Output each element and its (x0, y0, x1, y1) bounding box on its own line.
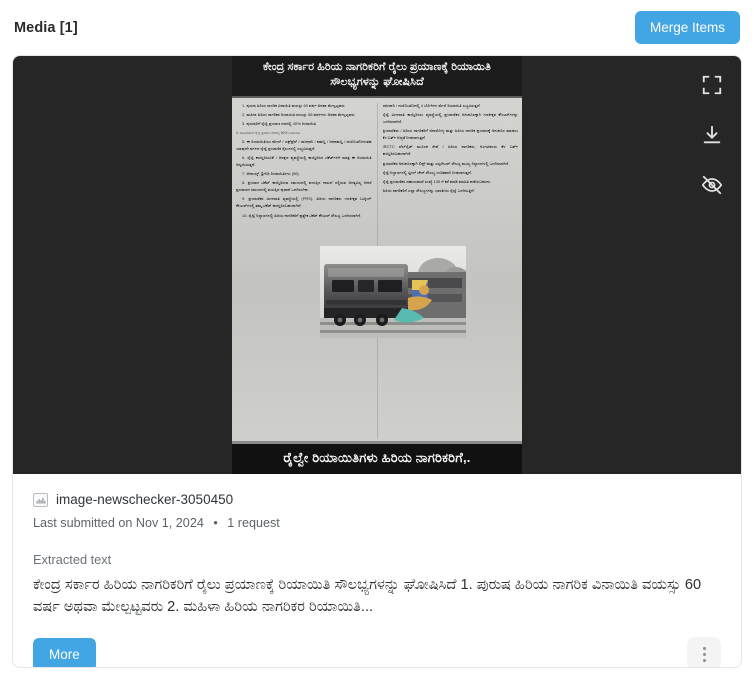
clipping-line: 9. ಪ್ರಯಾಣಿಕರ ಮೀಸಲಾತಿ ವ್ಯವಸ್ಥೆಯಲ್ಲಿ (PRS)… (236, 196, 372, 209)
meta-separator: • (213, 516, 218, 530)
card-actions: More (13, 618, 741, 667)
request-count: 1 request (227, 516, 280, 530)
file-meta: Last submitted on Nov 1, 2024 • 1 reques… (33, 516, 721, 530)
more-button[interactable]: More (33, 637, 96, 667)
last-submitted: Last submitted on Nov 1, 2024 (33, 516, 204, 530)
clipping-line: 6. ರೈಲ್ವೆ ಕಾಯ್ದಿರಿಸುವಿಕೆ / ಆರಕ್ಷಣ ವ್ಯವಸ್… (236, 154, 372, 167)
media-viewer: ಕೇಂದ್ರ ಸರ್ಕಾರ ಹಿರಿಯ ನಾಗರಿಕರಿಗೆ ರೈಲು ಪ್ರಯ… (13, 56, 741, 474)
clipping-line: 7. ಆದಾಯ್ಕ್, ಶ್ರೀನಿಧಿ ರಿಯಾಯಿತಿಗಳು (56) (242, 171, 299, 177)
clipping-line: ಹಿರಿಯ ನಾಗರಿಕರಿಗೆ ಎಲ್ಲಾ ಸೌಲಭ್ಯಗಳನ್ನು ಭಾರತ… (382, 188, 475, 194)
clipping-line: 5. ಈ ರಿಯಾಯಿತಿಯು ಮೇಲ್ / ಎಕ್ಸ್‌ಪ್ರೆಸ್ / ರಾ… (236, 138, 372, 151)
clipping-caption: ರೈಲ್ವೇ ರಿಯಾಯಿತಿಗಳು ಹಿರಿಯ ನಾಗರಿಕರಿಗೆ,. (232, 441, 522, 474)
kebab-dot-icon (702, 652, 706, 656)
fullscreen-icon[interactable] (701, 74, 723, 96)
media-info: image-newschecker-3050450 Last submitted… (13, 474, 741, 618)
clipping-headline: ಕೇಂದ್ರ ಸರ್ಕಾರ ಹಿರಿಯ ನಾಗರಿಕರಿಗೆ ರೈಲು ಪ್ರಯ… (232, 56, 522, 98)
media-card: ಕೇಂದ್ರ ಸರ್ಕಾರ ಹಿರಿಯ ನಾಗರಿಕರಿಗೆ ರೈಲು ಪ್ರಯ… (12, 55, 742, 668)
media-toolbar (701, 74, 723, 196)
clipping-line: ರೈಲ್ವೆ ಪ್ರಯಾಣಿಕರ ಸಹಾಯವಾಣಿ ಸಂಖ್ಯೆ 139 ಗೆ … (382, 179, 492, 185)
clipping-line: 3. ಪುರುಷರಿಗೆ ರೈಲ್ವೆ ಪ್ರಯಾಣ ದರದಲ್ಲಿ 40% ರ… (242, 121, 317, 127)
clipping-line: 1. ಪುರುಷ ಹಿರಿಯ ನಾಗರಿಕ ವಿನಾಯಿತಿ ವಯಸ್ಸು 60… (242, 102, 345, 108)
clipping-line: ಪ್ರಯಾಣಿಕರು / ಹಿರಿಯ ನಾಗರಿಕರಿಗೆ ಅನಾರೋಗ್ಯ ಮ… (382, 128, 519, 141)
clipping-line: 8. ಪ್ರಯಾಣ ಟಿಕೆಟ್ ಕಾಯ್ದಿರಿಸುವ ಸಮಯದಲ್ಲಿ ವಯ… (236, 180, 372, 193)
kebab-dot-icon (702, 658, 706, 662)
image-icon (33, 492, 48, 507)
clipping-body: 1. ಪುರುಷ ಹಿರಿಯ ನಾಗರಿಕ ವಿನಾಯಿತಿ ವಯಸ್ಸು 60… (232, 97, 522, 441)
clipping-line: 4. ಮಹಿಳೆಯರಿಗೆ ರೈಲ್ವೆ ಪ್ರಯಾಣ ದರದಲ್ಲಿ 50% … (236, 130, 301, 135)
eye-off-icon[interactable] (701, 174, 723, 196)
panel-header: Media [1] Merge Items (0, 0, 754, 55)
extracted-text-value: ಕೇಂದ್ರ ಸರ್ಕಾರ ಹಿರಿಯ ನಾಗರಿಕರಿಗೆ ರೈಲು ಪ್ರಯ… (33, 577, 702, 616)
clipping-line: ಪ್ರಯಾಣಿಕರ ಅನುಕೂಲಕ್ಕಾಗಿ ಲಿಫ್ಟ್ ಮತ್ತು ಎಸ್ಕ… (382, 160, 510, 166)
kebab-dot-icon (702, 646, 706, 650)
clipping-line: IRCTC ವೆಬ್‌ಸೈಟ್ ಮೂಲಕ ಸೇವೆ / ಹಿರಿಯ ನಾಗರಿಕ… (382, 144, 519, 157)
more-options-button[interactable] (687, 637, 721, 667)
download-icon[interactable] (701, 124, 723, 146)
file-name: image-newschecker-3050450 (56, 492, 234, 507)
clipping-line: ರೈಲ್ವೆ ನಿಲ್ದಾಣಗಳಲ್ಲಿ ವ್ಹೀಲ್ ಚೇರ್ ಸೌಲಭ್ಯ … (382, 169, 472, 175)
extracted-text-label: Extracted text (33, 552, 112, 567)
file-row: image-newschecker-3050450 (33, 492, 721, 507)
page-title: Media [1] (14, 19, 78, 36)
media-panel: Media [1] Merge Items ಕೇಂದ್ರ ಸರ್ಕಾರ ಹಿರಿ… (0, 0, 754, 682)
clipping-line: ರೈಲ್ವೆ ಮೀಸಲಾತಿ ಕಾಯ್ದಿರಿಸಲು ವ್ಯವಸ್ಥೆಯಲ್ಲಿ… (382, 112, 519, 125)
merge-items-button[interactable]: Merge Items (634, 10, 740, 45)
clipping-line: 2. ಮಹಿಳಾ ಹಿರಿಯ ನಾಗರಿಕರ ರಿಯಾಯಿತಿ ವಯಸ್ಸು 5… (242, 112, 355, 118)
clipping-line: ರಾಜಧಾನಿ / ದುರೊಂಟೊದಲ್ಲಿ 4 ಬೋಗಿಗಳ ಮೇಲೆ ರಿಯ… (382, 102, 480, 108)
newspaper-clipping-image[interactable]: ಕೇಂದ್ರ ಸರ್ಕಾರ ಹಿರಿಯ ನಾಗರಿಕರಿಗೆ ರೈಲು ಪ್ರಯ… (232, 56, 522, 474)
train-photo (320, 245, 466, 338)
clipping-line: 10. ರೈಲ್ವೆ ನಿಲ್ದಾಣಗಳಲ್ಲಿ ಹಿರಿಯ ನಾಗರಿಕರಿಗ… (242, 212, 362, 218)
